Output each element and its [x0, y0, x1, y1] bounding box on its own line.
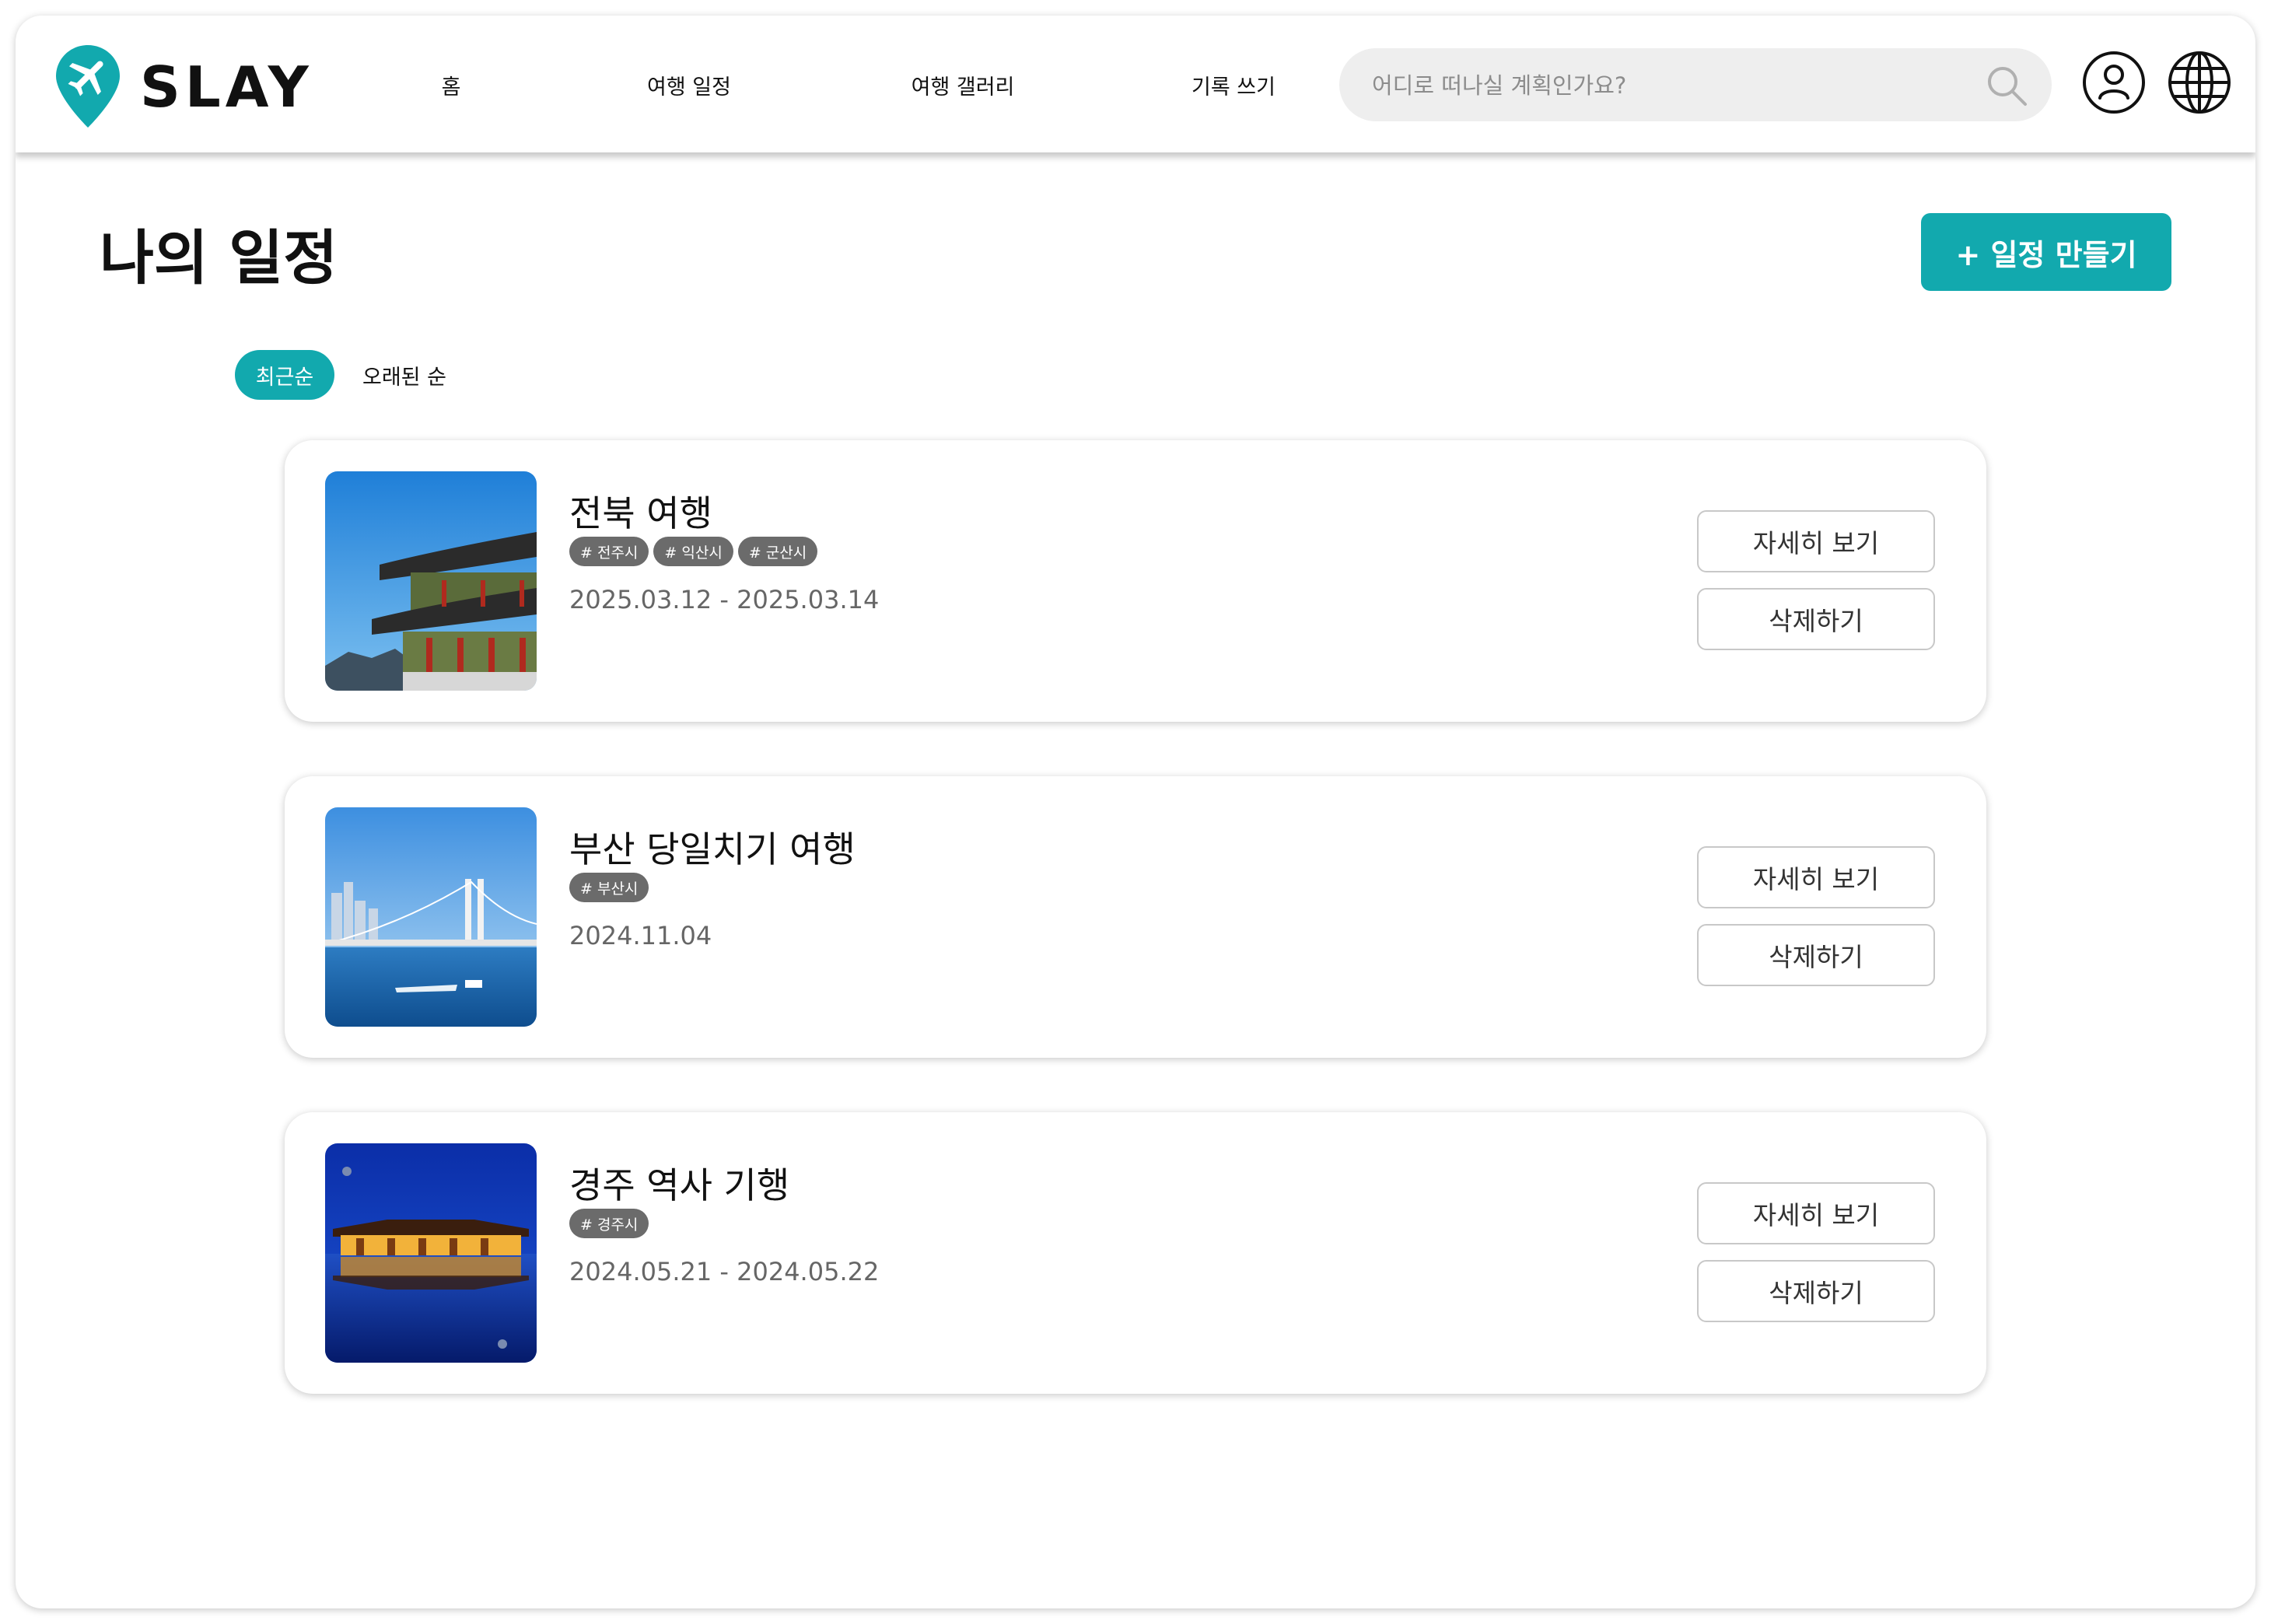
globe-icon[interactable]: [2167, 50, 2232, 115]
bridge-image: [325, 807, 537, 1027]
palace-image: [325, 471, 537, 691]
logo-plane-pin-icon[interactable]: [53, 42, 123, 131]
trip-dates: 2024.11.04: [569, 921, 712, 950]
trip-card[interactable]: 경주 역사 기행 # 경주시 2024.05.21 - 2024.05.22 자…: [285, 1112, 1986, 1394]
night-bridge-image: [325, 1143, 537, 1363]
page-title: 나의 일정: [100, 223, 338, 292]
nav-write-record[interactable]: 기록 쓰기: [1191, 70, 1275, 100]
delete-button[interactable]: 삭제하기: [1697, 1260, 1935, 1322]
trip-dates: 2025.03.12 - 2025.03.14: [569, 585, 880, 614]
trip-thumbnail-night-bridge[interactable]: [325, 1143, 537, 1363]
trip-tags: # 부산시: [569, 873, 649, 902]
trip-tag[interactable]: # 경주시: [569, 1209, 649, 1238]
search-icon[interactable]: [1985, 64, 2028, 107]
trip-dates: 2024.05.21 - 2024.05.22: [569, 1257, 880, 1286]
view-details-button[interactable]: 자세히 보기: [1697, 510, 1935, 572]
trip-tag[interactable]: # 군산시: [737, 537, 818, 566]
trip-card[interactable]: 전북 여행 # 전주시 # 익산시 # 군산시 2025.03.12 - 202…: [285, 440, 1986, 722]
trip-tag[interactable]: # 전주시: [569, 537, 649, 566]
delete-button[interactable]: 삭제하기: [1697, 588, 1935, 650]
trip-tags: # 전주시 # 익산시 # 군산시: [569, 537, 818, 566]
sort-oldest-tab[interactable]: 오래된 순: [362, 350, 446, 400]
brand-name[interactable]: SLAY: [140, 56, 313, 118]
view-details-button[interactable]: 자세히 보기: [1697, 1182, 1935, 1244]
delete-button[interactable]: 삭제하기: [1697, 924, 1935, 986]
sort-recent-tab[interactable]: 최근순: [235, 350, 334, 400]
search-input[interactable]: [1370, 48, 1980, 123]
trip-tags: # 경주시: [569, 1209, 649, 1238]
trip-title: 경주 역사 기행: [569, 1164, 790, 1206]
top-header: SLAY 홈 여행 일정 여행 갤러리 기록 쓰기: [16, 16, 2255, 152]
nav-home[interactable]: 홈: [442, 70, 461, 100]
create-schedule-button[interactable]: + 일정 만들기: [1921, 213, 2171, 291]
app-window: SLAY 홈 여행 일정 여행 갤러리 기록 쓰기 나의 일정 + 일정 만들기: [16, 16, 2255, 1608]
nav-trip-gallery[interactable]: 여행 갤러리: [912, 70, 1015, 100]
nav-trip-schedule[interactable]: 여행 일정: [647, 70, 731, 100]
trip-thumbnail-bridge[interactable]: [325, 807, 537, 1027]
trip-thumbnail-palace[interactable]: [325, 471, 537, 691]
trip-title: 부산 당일치기 여행: [569, 828, 856, 870]
search-bar: [1339, 48, 2052, 123]
user-icon[interactable]: [2081, 50, 2147, 115]
trip-card[interactable]: 부산 당일치기 여행 # 부산시 2024.11.04 자세히 보기 삭제하기: [285, 776, 1986, 1058]
view-details-button[interactable]: 자세히 보기: [1697, 846, 1935, 908]
trip-tag[interactable]: # 부산시: [569, 873, 649, 902]
trip-title: 전북 여행: [569, 492, 712, 534]
trip-tag[interactable]: # 익산시: [653, 537, 733, 566]
